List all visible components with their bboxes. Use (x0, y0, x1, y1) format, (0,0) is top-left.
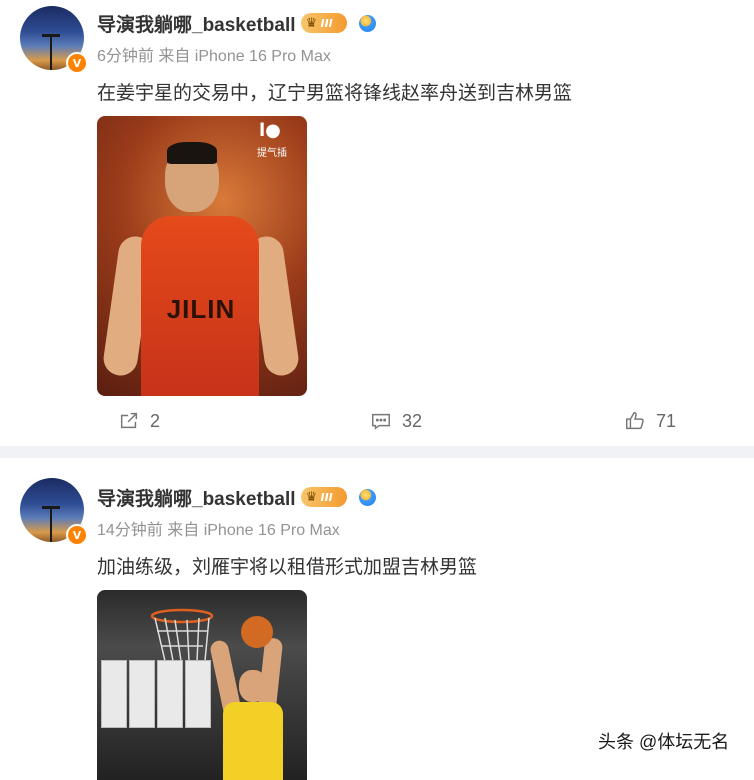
avatar[interactable]: V (20, 478, 88, 546)
verified-v-icon: V (66, 52, 88, 74)
share-button[interactable]: 2 (118, 410, 160, 432)
player-jersey (223, 702, 283, 780)
like-count: 71 (656, 410, 677, 431)
share-count: 2 (150, 410, 161, 431)
image-watermark-logo-icon: ⅼ● (259, 120, 281, 141)
comment-count: 32 (402, 410, 423, 431)
post-text: 在姜宇星的交易中，辽宁男篮将锋线赵率舟送到吉林男篮 (97, 83, 573, 104)
like-button[interactable]: 71 (624, 410, 676, 432)
avatar[interactable]: V (20, 6, 88, 74)
gold-verify-icon (358, 14, 376, 32)
basketball-icon (241, 616, 273, 648)
gold-verify-icon (358, 488, 376, 506)
image-watermark-text: 提气插 (257, 148, 287, 159)
username[interactable]: 导演我躺哪_basketball (97, 10, 296, 37)
footer-watermark: 头条 @体坛无名 (598, 732, 730, 752)
post-meta: 6分钟前 来自 iPhone 16 Pro Max (97, 48, 331, 65)
player-head (239, 670, 267, 702)
basketball-hoop-icon (150, 608, 214, 662)
arena-banner (129, 660, 155, 728)
username[interactable]: 导演我躺哪_basketball (97, 484, 296, 511)
share-icon (120, 412, 138, 429)
weibo-post: V 导演我躺哪_basketball ♛ III 14分钟前 来自 iPhone… (0, 458, 754, 780)
member-level: III (320, 16, 333, 30)
crown-icon: ♛ (305, 15, 318, 31)
verified-v-icon: V (66, 524, 88, 546)
crown-icon: ♛ (305, 489, 318, 505)
player-hair (167, 142, 217, 164)
arena-banner (157, 660, 183, 728)
arena-banner (101, 660, 127, 728)
weibo-post: V 导演我躺哪_basketball ♛ III 6分钟前 来自 iPhone … (0, 0, 754, 446)
action-bar: 2 32 71 (0, 400, 754, 444)
member-badge[interactable]: ♛ III (300, 13, 347, 33)
post-text: 加油练级，刘雁宇将以租借形式加盟吉林男篮 (97, 557, 478, 578)
member-level: III (320, 490, 333, 504)
post-image[interactable]: JILIN ⅼ● 提气插 (97, 116, 307, 396)
post-image[interactable] (97, 590, 307, 780)
comment-icon (372, 413, 390, 430)
post-meta: 14分钟前 来自 iPhone 16 Pro Max (97, 522, 340, 539)
like-icon (626, 412, 644, 430)
post-separator (0, 446, 754, 458)
name-row: 导演我躺哪_basketball ♛ III (97, 484, 376, 510)
name-row: 导演我躺哪_basketball ♛ III (97, 10, 376, 36)
jersey-text: JILIN (166, 294, 236, 324)
member-badge[interactable]: ♛ III (300, 487, 347, 507)
arena-banner (185, 660, 211, 728)
comment-button[interactable]: 32 (370, 410, 422, 432)
